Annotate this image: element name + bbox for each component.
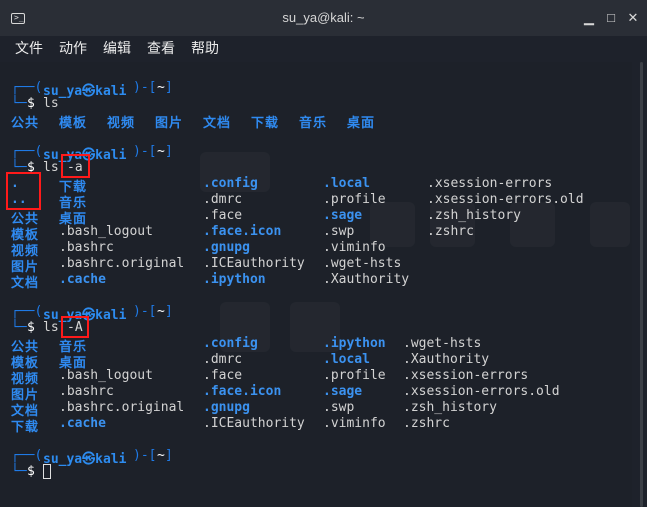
title-bar[interactable]: >_ su_ya@kali: ~ ▁ □ ✕ xyxy=(0,0,647,37)
terminal-window: >_ su_ya@kali: ~ ▁ □ ✕ 文件 动作 编辑 查看 帮助 ┌─… xyxy=(0,0,647,507)
ls-a-row-5: 视频 .bashrc .gnupg .viminfo xyxy=(11,240,386,259)
ls-A-row-6: 下载 .cache .ICEauthority .viminfo .zshrc xyxy=(11,416,450,435)
ls-A-row-3: 视频 .bash_logout .face .profile .xsession-err… xyxy=(11,368,529,387)
window-title: su_ya@kali: ~ xyxy=(282,10,365,25)
text-cursor xyxy=(43,464,51,479)
ls-a-row-4: 模板 .bash_logout .face.icon .swp .zshrc xyxy=(11,224,474,243)
menu-file[interactable]: 文件 xyxy=(15,38,43,58)
minimize-icon[interactable]: ▁ xyxy=(581,10,597,26)
terminal-output[interactable]: ┌──(su_ya㉿kali)-[~] └─ $ ls 公共 模板 视频 图片 文档… xyxy=(0,62,632,507)
ghost-icon xyxy=(590,202,630,247)
menu-view[interactable]: 查看 xyxy=(147,38,175,58)
ls-A-row-2: 模板 桌面 .dmrc .local .Xauthority xyxy=(11,352,490,371)
ls-output-1: 公共 模板 视频 图片 文档 下载 音乐 桌面 xyxy=(11,116,376,131)
close-icon[interactable]: ✕ xyxy=(625,10,641,26)
scrollbar[interactable] xyxy=(640,62,643,507)
command-line-3: └─ $ ls -A xyxy=(11,320,83,335)
prompt-line-1: ┌──(su_ya㉿kali)-[~] xyxy=(11,80,173,99)
ls-A-row-4: 图片 .bashrc .face.icon .sage .xsession-errors… xyxy=(11,384,560,403)
prompt-line-3: ┌──(su_ya㉿kali)-[~] xyxy=(11,304,173,323)
menu-edit[interactable]: 编辑 xyxy=(103,38,131,58)
ls-A-row-1: 公共 音乐 .config .ipython .wget-hsts xyxy=(11,336,482,355)
ls-A-row-5: 文档 .bashrc.original .gnupg .swp .zsh_history xyxy=(11,400,497,419)
prompt-line-4: ┌──(su_ya㉿kali)-[~] xyxy=(11,448,173,467)
command-line-1: └─ $ ls xyxy=(11,96,59,111)
highlight-box-A xyxy=(61,316,89,338)
maximize-icon[interactable]: □ xyxy=(603,10,619,26)
command-line-4[interactable]: └─ $ xyxy=(0,464,47,480)
menu-action[interactable]: 动作 xyxy=(59,38,87,58)
ls-a-row-7: 文档 .cache .ipython .Xauthority xyxy=(11,272,410,291)
highlight-box-dots xyxy=(6,172,41,210)
menu-bar: 文件 动作 编辑 查看 帮助 xyxy=(0,36,647,60)
highlight-box-a xyxy=(61,154,90,178)
ls-a-row-3: 公共 桌面 .face .sage .zsh_history xyxy=(11,208,521,227)
menu-help[interactable]: 帮助 xyxy=(191,38,219,58)
prompt-line-2: ┌──(su_ya㉿kali)-[~] xyxy=(11,144,173,163)
ls-a-row-6: 图片 .bashrc.original .ICEauthority .wget-hst… xyxy=(11,256,402,275)
